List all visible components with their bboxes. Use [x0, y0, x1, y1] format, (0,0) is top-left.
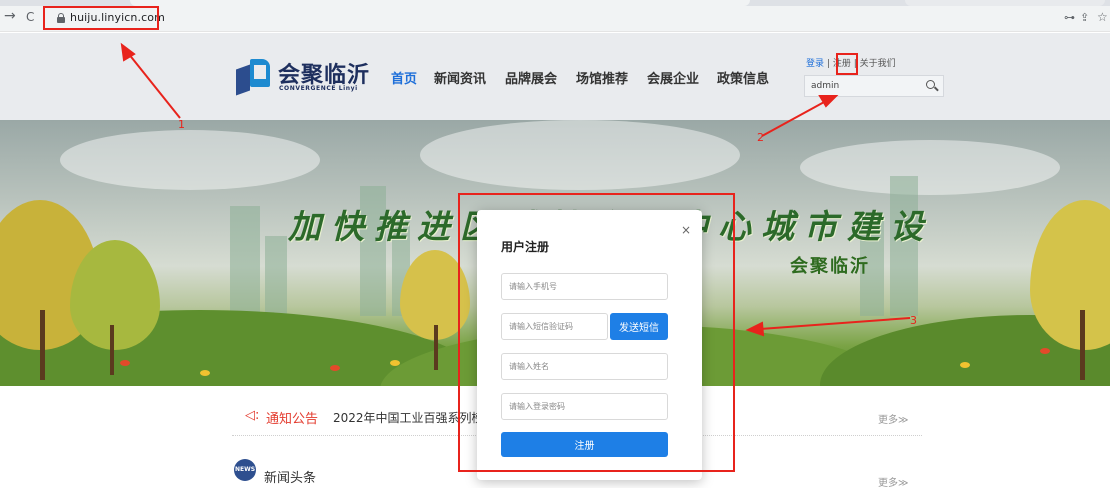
annotation-arrows [120, 42, 911, 337]
annotation-arrow-3-head [745, 321, 765, 337]
annotation-number-1: 1 [178, 118, 185, 131]
annotation-number-3: 3 [910, 314, 917, 327]
annotation-arrow-3 [759, 317, 911, 330]
screenshot-root: → C huiju.linyicn.com ⊶ ⇪ ☆ 会聚临沂 CONVERG… [0, 0, 1110, 488]
annotation-number-2: 2 [757, 131, 764, 144]
annotation-arrow-2-head [818, 95, 839, 108]
annotation-arrow-2 [761, 100, 827, 137]
annotation-arrow-1 [127, 52, 181, 119]
